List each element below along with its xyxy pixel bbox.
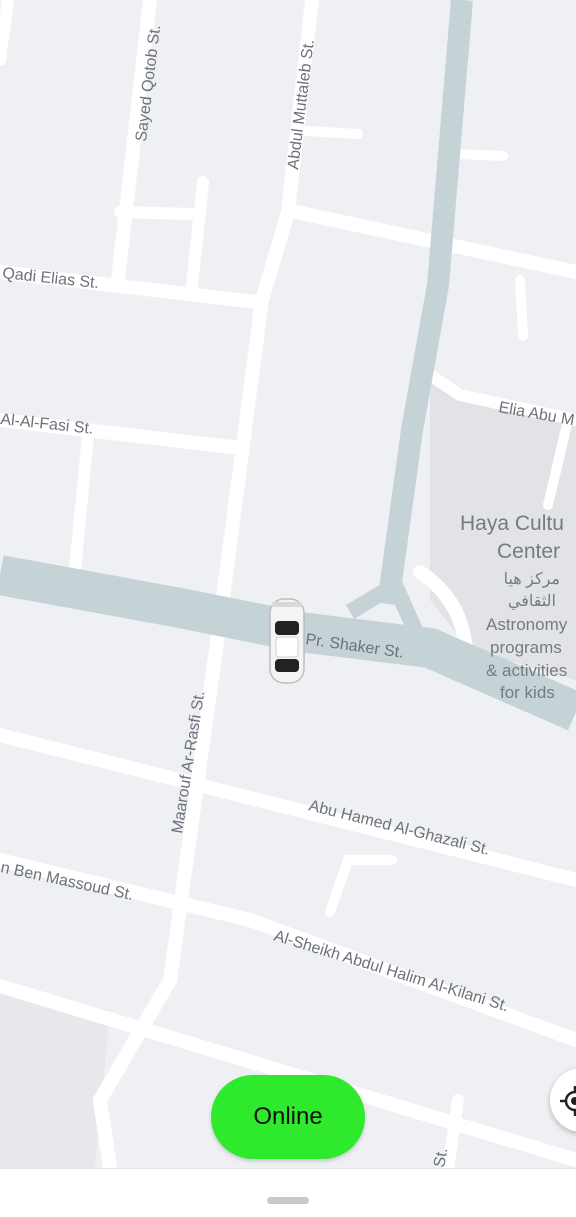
online-button[interactable]: Online <box>211 1075 365 1159</box>
map-canvas[interactable]: Sayed Qotob St. Abdul Muttaleb St. Qadi … <box>0 0 576 1168</box>
street-label-qadi-elias: Qadi Elias St. <box>2 265 100 292</box>
poi-desc-line3: & activities <box>486 661 567 680</box>
poi-name-line2: Center <box>497 540 560 563</box>
street-label-al-fasi: Al-Al-Fasi St. <box>0 411 94 438</box>
poi-arabic-line1: مركز هيا <box>504 571 560 588</box>
street-label-abu-hamed: Abu Hamed Al-Ghazali St. <box>307 797 491 858</box>
poi-arabic-line2: الثقافي <box>508 593 556 610</box>
poi-desc-line2: programs <box>490 638 562 657</box>
street-label-abdul-muttaleb: Abdul Muttaleb St. <box>285 39 318 171</box>
map-view[interactable]: Sayed Qotob St. Abdul Muttaleb St. Qadi … <box>0 0 576 1168</box>
drag-handle[interactable] <box>267 1197 309 1204</box>
my-location-icon <box>560 1086 576 1116</box>
street-label-st: St. <box>431 1146 451 1168</box>
poi-desc-line1: Astronomy <box>486 615 568 634</box>
car-icon[interactable] <box>269 598 305 684</box>
bottom-sheet[interactable] <box>0 1168 576 1217</box>
poi-name-line1: Haya Cultu <box>460 512 564 535</box>
street-label-al-sheikh: Al-Sheikh Abdul Halim Al-Kilani St. <box>272 928 511 1016</box>
poi-desc-line4: for kids <box>500 683 555 702</box>
